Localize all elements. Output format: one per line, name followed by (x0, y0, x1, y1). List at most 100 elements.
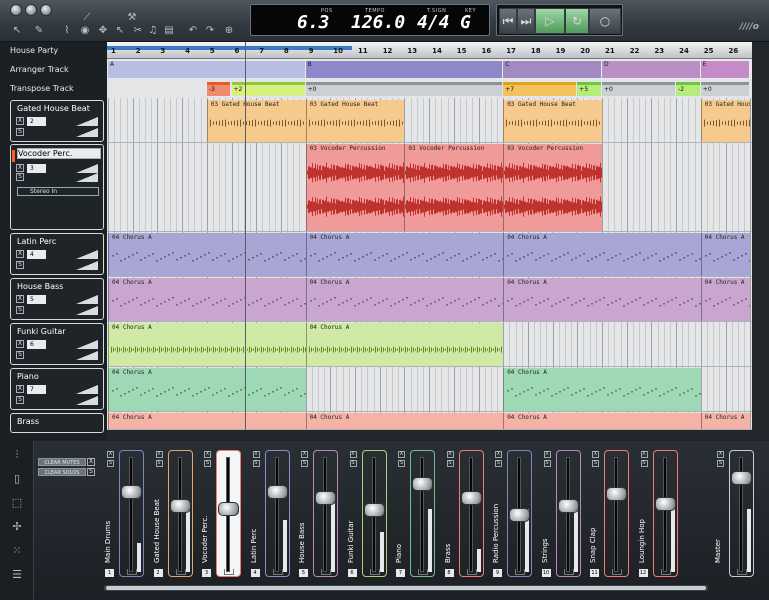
solo-button[interactable]: S (16, 396, 24, 404)
lane-gated-house-beat[interactable] (107, 99, 752, 143)
transpose-segment[interactable]: -2 (676, 82, 700, 96)
playhead[interactable] (245, 42, 246, 430)
audio-clip[interactable]: 04 Chorus A (700, 233, 751, 276)
transpose-segment[interactable]: +0 (602, 82, 676, 96)
pan-control[interactable] (369, 569, 380, 575)
mute-button[interactable]: X (16, 164, 24, 172)
solo-button[interactable]: S (592, 460, 599, 467)
loop-range[interactable] (107, 46, 352, 50)
speaker-icon[interactable]: ♫ (146, 25, 160, 37)
track-row-funki-guitar[interactable]: Funki Guitar X S 6 (10, 323, 104, 365)
mute-button[interactable]: X (16, 340, 24, 348)
transpose-segment[interactable]: +0 (700, 82, 750, 96)
fader-knob[interactable] (606, 487, 627, 502)
volume-wedge[interactable] (76, 340, 98, 349)
track-row-vocoder-perc[interactable]: Vocoder Perc. X S 3 Stereo In (10, 144, 104, 230)
channel-number[interactable]: 3 (27, 164, 46, 173)
solo-button[interactable]: S (16, 173, 24, 181)
forward-button[interactable]: ⏭ (517, 8, 535, 34)
pan-control[interactable] (660, 569, 671, 575)
mute-button[interactable]: X (16, 295, 24, 303)
audio-clip[interactable]: 04 Chorus A (700, 413, 751, 429)
track-row-house-bass[interactable]: House Bass X S 5 (10, 278, 104, 320)
volume-fader[interactable] (614, 457, 618, 572)
volume-fader[interactable] (274, 457, 279, 572)
volume-fader[interactable] (468, 457, 473, 572)
mute-button[interactable]: X (155, 451, 163, 458)
fader-knob[interactable] (218, 502, 239, 517)
audio-clip[interactable]: 04 Chorus A (305, 233, 504, 276)
audio-clip[interactable]: 04 Chorus A (108, 323, 306, 366)
split-tool-icon[interactable]: ⌇ (60, 25, 74, 37)
zoom-in-icon[interactable]: ⊕ (222, 25, 236, 37)
solo-button[interactable]: S (16, 351, 24, 359)
transpose-segment[interactable]: +7 (503, 82, 577, 96)
volume-wedge[interactable] (76, 295, 98, 304)
audio-clip[interactable]: 03 Gated House Beat (206, 100, 306, 142)
mixer-strip[interactable]: X S Vocoder Perc. 3 (201, 449, 249, 581)
record-button[interactable]: ○ (589, 8, 621, 34)
audio-clip[interactable]: 04 Chorus A (503, 368, 701, 411)
close-window-icon[interactable] (10, 4, 22, 16)
fader-knob[interactable] (509, 507, 530, 522)
key-value[interactable]: G (460, 13, 471, 33)
audio-clip[interactable]: 04 Chorus A (305, 323, 504, 366)
fader-knob[interactable] (169, 499, 191, 514)
pointer-tool-icon[interactable]: ↖ (10, 25, 24, 37)
time-signature-value[interactable]: 4/4 (417, 13, 450, 33)
mixer-icon[interactable]: ⫶ (10, 449, 24, 461)
timeline-ruler[interactable]: 1 2 3 4 5 6 7 8 9 10 11 12 13 14 15 16 17 18 19 20 21 22 23 24 2… (107, 42, 752, 59)
mute-button[interactable]: X (252, 451, 260, 458)
audio-clip[interactable]: 04 Chorus A (700, 278, 751, 321)
fader-knob[interactable] (731, 471, 752, 486)
audio-clip[interactable]: 03 Gated House Beat (503, 100, 602, 142)
mixer-strip[interactable]: X S Loungin Hop 12 (638, 449, 686, 581)
navigator-icon[interactable]: ✢ (10, 521, 24, 533)
volume-fader[interactable] (177, 457, 182, 572)
volume-fader[interactable] (565, 457, 570, 572)
clear-solos-button[interactable]: CLEAR SOLOS (38, 468, 86, 476)
volume-wedge[interactable] (76, 117, 98, 126)
volume-fader[interactable] (420, 457, 424, 572)
mute-button[interactable]: X (16, 250, 24, 258)
track-row-brass[interactable]: Brass (10, 413, 104, 433)
pan-control[interactable] (272, 569, 283, 575)
mute-button[interactable]: X (495, 451, 502, 458)
mute-button[interactable]: X (204, 451, 211, 458)
audio-clip[interactable]: 04 Chorus A (305, 413, 504, 429)
audio-clip[interactable]: 03 Vocoder Percussion (305, 144, 405, 231)
loop-button[interactable]: ↻ (565, 8, 589, 34)
clear-solos-s-icon[interactable]: S (87, 468, 95, 476)
instrument-icon[interactable]: ▯ (10, 473, 24, 485)
audio-clip[interactable]: 03 Vocoder Percussion (503, 144, 602, 231)
tempo-value[interactable]: 126.0 (351, 13, 405, 33)
mute-button[interactable]: X (640, 451, 648, 458)
mixer-strip[interactable]: X S Strings 10 (541, 449, 589, 581)
mixer-strip[interactable]: X S Radio Percussion 9 (492, 449, 540, 581)
mute-button[interactable]: X (301, 451, 308, 458)
pan-wedge[interactable] (76, 261, 98, 270)
draw-tool-icon[interactable]: ✎ (32, 25, 46, 37)
track-row-latin-perc[interactable]: Latin Perc X S 4 (10, 233, 104, 275)
zoom-window-icon[interactable] (40, 4, 52, 16)
settings-icon[interactable]: ⚒ (124, 12, 140, 24)
channel-number[interactable]: 4 (27, 250, 46, 259)
mixer-strip[interactable]: X S Brass 8 (444, 449, 492, 581)
play-button[interactable]: ▷ (535, 8, 565, 34)
audio-clip[interactable]: 04 Chorus A (503, 233, 701, 276)
audio-clip[interactable]: 03 Vocoder Percussion (404, 144, 504, 231)
pan-wedge[interactable] (76, 128, 98, 137)
pan-control[interactable] (563, 569, 574, 575)
pan-wedge[interactable] (76, 306, 98, 315)
position-value[interactable]: 6.3 (297, 13, 330, 33)
mute-button[interactable]: X (592, 451, 599, 458)
solo-button[interactable]: S (446, 460, 454, 467)
solo-button[interactable]: S (16, 261, 24, 269)
arranger-track-header[interactable]: Arranger Track (10, 62, 69, 78)
volume-fader[interactable] (129, 457, 133, 572)
solo-button[interactable]: S (640, 460, 648, 467)
range-tool-icon[interactable]: ✥ (96, 25, 110, 37)
pan-wedge[interactable] (76, 173, 98, 182)
pan-control[interactable] (418, 569, 428, 575)
fader-knob[interactable] (460, 491, 482, 506)
